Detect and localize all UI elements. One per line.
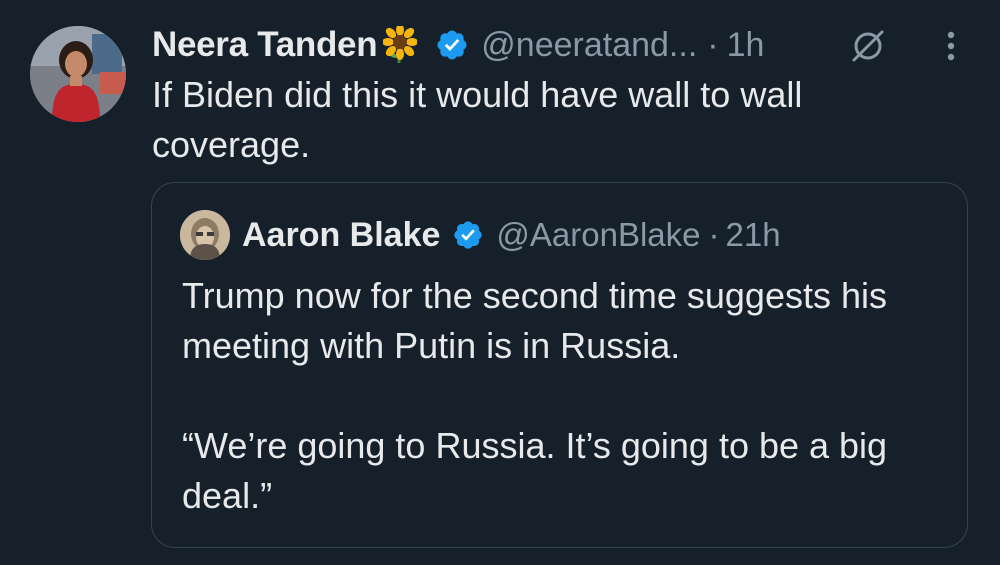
separator-dot: · — [708, 216, 720, 253]
verified-badge-icon[interactable] — [452, 219, 484, 251]
quoted-tweet-header: Aaron Blake @AaronBlake · 21h — [242, 210, 781, 260]
verified-badge-icon[interactable] — [435, 28, 469, 62]
tweet-text: If Biden did this it would have wall to … — [152, 74, 803, 165]
quoted-tweet[interactable]: Aaron Blake @AaronBlake · 21h Trump now … — [151, 182, 968, 548]
quoted-tweet-paragraph: “We’re going to Russia. It’s going to be… — [182, 425, 888, 516]
tweet-header: Neera Tanden @neeratand... · 1h — [152, 20, 764, 70]
tweet-timestamp[interactable]: 1h — [727, 26, 765, 65]
separator-dot: · — [707, 25, 719, 64]
quoted-author-handle[interactable]: @AaronBlake — [496, 216, 700, 254]
quoted-author-avatar[interactable] — [180, 210, 230, 260]
more-options-icon[interactable] — [936, 26, 966, 66]
quoted-tweet-text: Trump now for the second time suggests h… — [182, 271, 952, 521]
tweet[interactable]: Neera Tanden @neeratand... · 1h If Biden… — [0, 0, 1000, 565]
author-handle[interactable]: @neeratand... — [481, 26, 697, 65]
author-name[interactable]: Neera Tanden — [152, 25, 378, 65]
author-avatar[interactable] — [30, 26, 126, 122]
quoted-tweet-paragraph: Trump now for the second time suggests h… — [182, 275, 887, 366]
quoted-tweet-timestamp[interactable]: 21h — [726, 216, 781, 254]
quoted-author-name[interactable]: Aaron Blake — [242, 216, 440, 255]
sunflower-emoji-icon — [382, 24, 419, 64]
grok-icon[interactable] — [848, 26, 888, 66]
